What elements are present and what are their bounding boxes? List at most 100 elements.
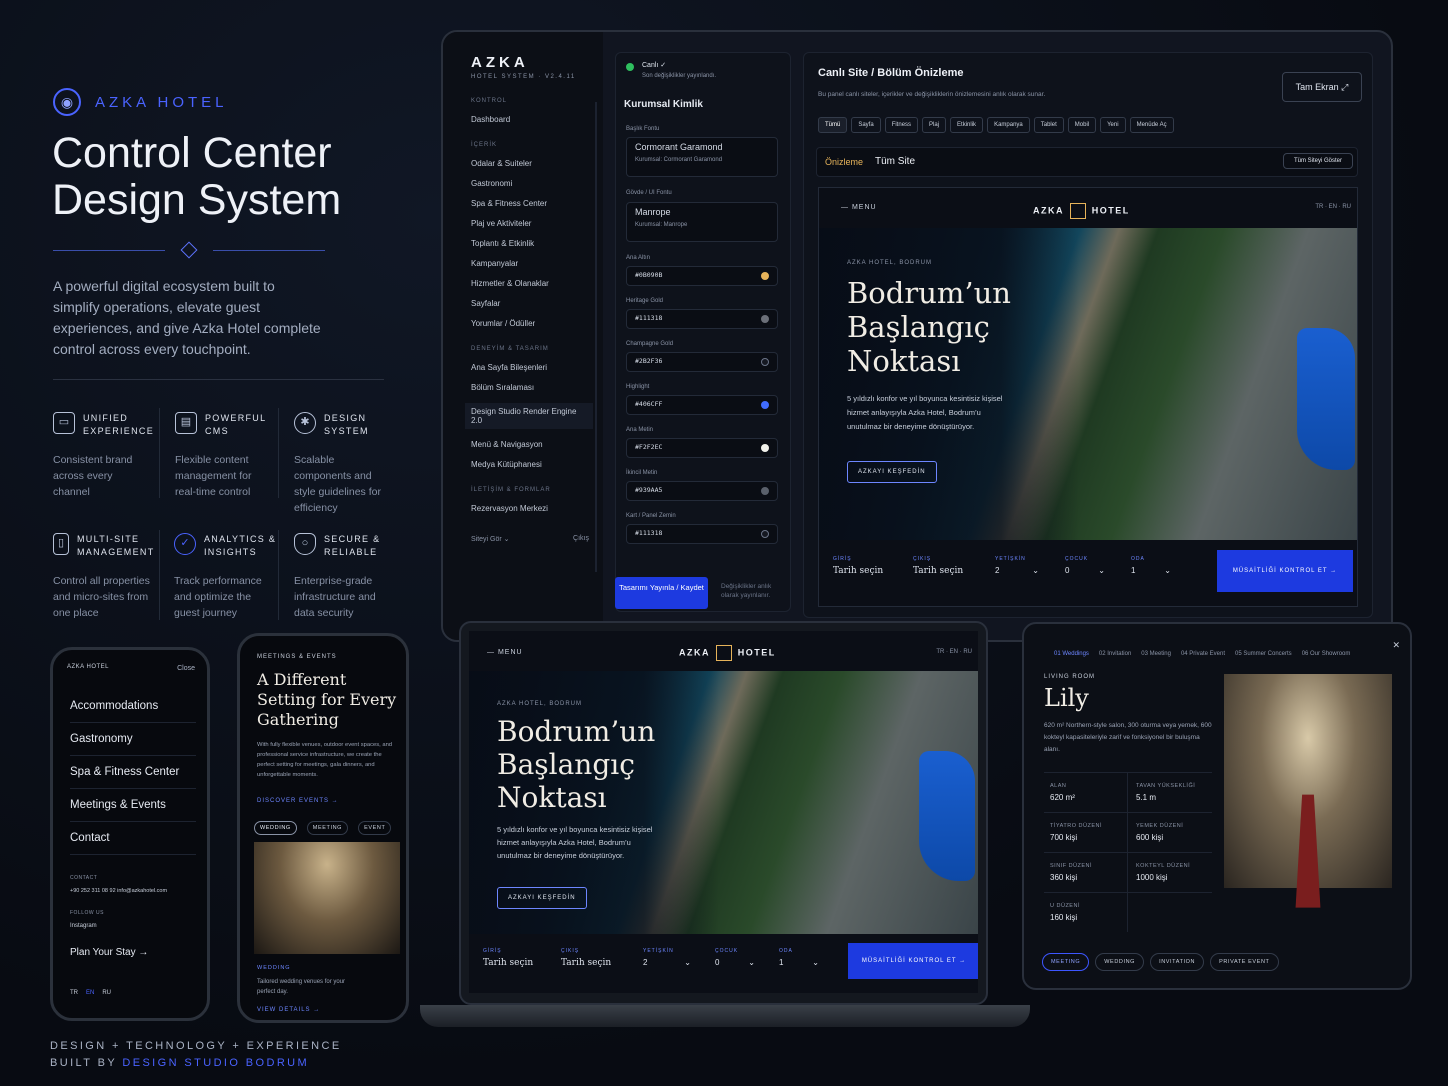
- view-site-link[interactable]: Siteyi Gör ⌄: [471, 535, 510, 543]
- color-swatch-icon[interactable]: [761, 401, 769, 409]
- laptop-menu-button[interactable]: — MENU: [487, 649, 523, 656]
- tab-meeting[interactable]: 03 Meeting: [1141, 651, 1171, 657]
- sidebar-item[interactable]: Kampanyalar: [471, 259, 603, 268]
- fullscreen-button[interactable]: Tam Ekran ⤢: [1282, 72, 1362, 102]
- color-swatch-icon[interactable]: [761, 530, 769, 538]
- contact-info[interactable]: +90 252 311 08 92 info@azkahotel.com: [70, 888, 167, 894]
- sidebar-scrollbar[interactable]: [595, 102, 597, 572]
- laptop-checkin-field[interactable]: GİRİŞ Tarih seçin: [483, 948, 533, 968]
- sidebar-item-render-engine[interactable]: Design Studio Render Engine 2.0: [465, 403, 593, 429]
- laptop-availability-button[interactable]: MÜSAİTLİĞİ KONTROL ET →: [848, 943, 978, 979]
- heading-font-select[interactable]: Cormorant Garamond Kurumsal: Cormorant Ga…: [626, 137, 778, 177]
- color-input[interactable]: #F2F2EC: [626, 438, 778, 458]
- sidebar-item[interactable]: Hizmetler & Olanaklar: [471, 279, 603, 288]
- sidebar-item-dashboard[interactable]: Dashboard: [471, 115, 603, 124]
- chip-meeting[interactable]: MEETING: [1042, 953, 1090, 971]
- checkin-field[interactable]: GİRİŞ Tarih seçin: [833, 556, 883, 576]
- cms-icon: ▤: [175, 412, 197, 434]
- publish-button[interactable]: Tasarımı Yayınla / Kaydet: [615, 577, 708, 609]
- chip-wedding[interactable]: WEDDING: [1095, 953, 1145, 971]
- wedding-image: [254, 842, 400, 954]
- sidebar-item[interactable]: Sayfalar: [471, 299, 603, 308]
- show-all-button[interactable]: Tüm Siteyi Göster: [1282, 153, 1353, 169]
- sidebar-item[interactable]: Ana Sayfa Bileşenleri: [471, 363, 603, 372]
- sidebar-item[interactable]: Plaj ve Aktiviteler: [471, 219, 603, 228]
- laptop-child-select[interactable]: ÇOCUK 0 ⌄: [715, 948, 755, 967]
- room-select[interactable]: ODA 1 ⌄: [1131, 556, 1171, 575]
- close-icon[interactable]: ✕: [1392, 640, 1400, 651]
- filter-chip[interactable]: Etkinlik: [950, 117, 984, 133]
- tab-weddings[interactable]: 01 Weddings: [1054, 651, 1089, 657]
- logout-link[interactable]: Çıkış: [573, 535, 589, 543]
- color-input[interactable]: #939AA5: [626, 481, 778, 501]
- instagram-link[interactable]: Instagram: [70, 923, 97, 929]
- availability-button[interactable]: MÜSAİTLİĞİ KONTROL ET →: [1217, 550, 1353, 592]
- color-swatch-icon[interactable]: [761, 358, 769, 366]
- color-input[interactable]: #111318: [626, 309, 778, 329]
- filter-chip[interactable]: Plaj: [922, 117, 947, 133]
- filter-all[interactable]: Tümü: [818, 117, 848, 133]
- checkout-field[interactable]: ÇIKIŞ Tarih seçin: [913, 556, 963, 576]
- sidebar-item[interactable]: Gastronomi: [471, 179, 603, 188]
- lang-en[interactable]: EN: [86, 990, 94, 996]
- filter-chip[interactable]: Menüde Aç: [1129, 117, 1174, 133]
- filter-chip[interactable]: Fitness: [884, 117, 919, 133]
- menu-item[interactable]: Gastronomy: [70, 723, 196, 756]
- tab-full-site[interactable]: Tüm Site: [875, 156, 915, 167]
- laptop-adult-select[interactable]: YETİŞKİN 2 ⌄: [643, 948, 691, 967]
- phone-close-button[interactable]: Close: [177, 665, 195, 672]
- laptop-checkout-field[interactable]: ÇIKIŞ Tarih seçin: [561, 948, 611, 968]
- child-select[interactable]: ÇOCUK 0 ⌄: [1065, 556, 1105, 575]
- color-input[interactable]: #406CFF: [626, 395, 778, 415]
- filter-chip[interactable]: Sayfa: [851, 117, 881, 133]
- color-input[interactable]: #0B090B: [626, 266, 778, 286]
- color-input[interactable]: #111318: [626, 524, 778, 544]
- laptop-langs[interactable]: TR · EN · RU: [936, 649, 972, 655]
- sidebar-item[interactable]: Odalar & Suiteler: [471, 159, 603, 168]
- laptop-room-select[interactable]: ODA 1 ⌄: [779, 948, 819, 967]
- sidebar-item[interactable]: Menü & Navigasyon: [471, 440, 603, 449]
- explore-button[interactable]: AZKAYI KEŞFEDİN: [847, 461, 937, 483]
- tab-preview[interactable]: Önizleme: [825, 157, 863, 167]
- filter-chip[interactable]: Tablet: [1033, 117, 1064, 133]
- site-menu-button[interactable]: — MENU: [841, 204, 877, 211]
- studio-link[interactable]: DESIGN STUDIO BODRUM: [122, 1057, 309, 1069]
- chip-meeting[interactable]: MEETING: [306, 821, 349, 835]
- plan-stay-link[interactable]: Plan Your Stay →: [70, 947, 148, 958]
- color-input[interactable]: #2B2F36: [626, 352, 778, 372]
- menu-item[interactable]: Spa & Fitness Center: [70, 756, 196, 789]
- view-details-link[interactable]: VIEW DETAILS →: [257, 1007, 320, 1013]
- sidebar-item[interactable]: Yorumlar / Ödüller: [471, 319, 603, 328]
- sidebar-item[interactable]: Toplantı & Etkinlik: [471, 239, 603, 248]
- lang-ru[interactable]: RU: [102, 990, 111, 996]
- menu-item[interactable]: Meetings & Events: [70, 789, 196, 822]
- body-font-select[interactable]: Manrope Kurumsal: Manrope: [626, 202, 778, 242]
- chip-private-event[interactable]: PRIVATE EVENT: [1210, 953, 1279, 971]
- menu-item[interactable]: Accommodations: [70, 690, 196, 723]
- tab-summer-concerts[interactable]: 05 Summer Concerts: [1235, 651, 1292, 657]
- chip-wedding[interactable]: WEDDING: [254, 821, 297, 835]
- color-swatch-icon[interactable]: [761, 272, 769, 280]
- color-swatch-icon[interactable]: [761, 444, 769, 452]
- tab-private-event[interactable]: 04 Private Event: [1181, 651, 1225, 657]
- chip-invitation[interactable]: INVITATION: [1150, 953, 1205, 971]
- sidebar-item[interactable]: Bölüm Sıralaması: [471, 383, 603, 392]
- sidebar-item[interactable]: Spa & Fitness Center: [471, 199, 603, 208]
- sidebar-item[interactable]: Rezervasyon Merkezi: [471, 504, 603, 513]
- discover-events-link[interactable]: DISCOVER EVENTS →: [257, 798, 339, 804]
- tab-invitation[interactable]: 02 Invitation: [1099, 651, 1131, 657]
- lang-tr[interactable]: TR: [70, 990, 78, 996]
- filter-chip[interactable]: Yeni: [1100, 117, 1126, 133]
- filter-chip[interactable]: Kampanya: [987, 117, 1030, 133]
- color-swatch-icon[interactable]: [761, 315, 769, 323]
- sidebar-item[interactable]: Medya Kütüphanesi: [471, 460, 603, 469]
- tab-showroom[interactable]: 06 Our Showroom: [1302, 651, 1351, 657]
- menu-item[interactable]: Contact: [70, 822, 196, 855]
- site-langs[interactable]: TR · EN · RU: [1315, 204, 1351, 210]
- color-swatch-icon[interactable]: [761, 487, 769, 495]
- laptop-explore-button[interactable]: AZKAYI KEŞFEDİN: [497, 887, 587, 909]
- adult-select[interactable]: YETİŞKİN 2 ⌄: [995, 556, 1039, 575]
- hero-headline: Bodrum’un Başlangıç Noktası: [847, 276, 1011, 378]
- chip-event[interactable]: EVENT: [358, 821, 392, 835]
- filter-chip[interactable]: Mobil: [1067, 117, 1097, 133]
